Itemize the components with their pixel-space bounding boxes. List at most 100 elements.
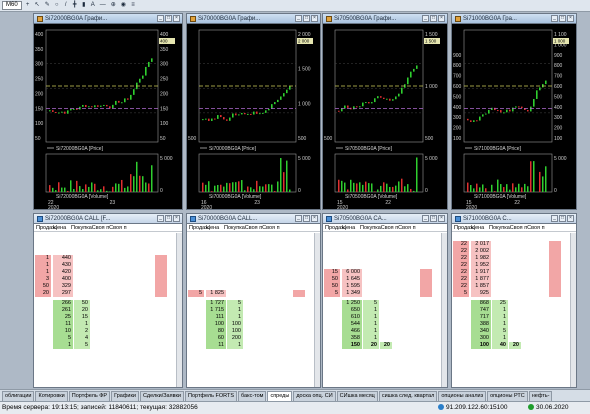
workspace-tab[interactable]: спреды <box>267 391 293 401</box>
maximize-icon[interactable]: □ <box>430 215 437 222</box>
ask-row[interactable]: 1 440 <box>35 255 177 262</box>
chart-window-title-bar[interactable]: Si72000BG0A Графи... _ □ × <box>34 14 182 24</box>
ask-row[interactable]: 22 1 877 <box>453 276 571 283</box>
zoom-tool-icon[interactable]: ⊕ <box>109 1 118 10</box>
column-header[interactable]: Цена <box>204 224 222 231</box>
crosshair-tool-icon[interactable]: + <box>24 1 32 10</box>
minimize-icon[interactable]: _ <box>551 215 558 222</box>
order-book-title-bar[interactable]: Si70500BG0A CA... _ □ × <box>323 214 447 224</box>
ask-row[interactable]: 50 1 645 <box>324 276 442 283</box>
workspace-tab[interactable]: опционы анализ <box>438 391 487 401</box>
bid-row[interactable]: 111 1 <box>188 314 315 321</box>
close-icon[interactable]: × <box>567 15 574 22</box>
chart-window-2[interactable]: Si70000BG0A Графи... _ □ × 2 000 1 500 1 000 50… <box>186 13 321 210</box>
bid-row[interactable]: 60 200 <box>188 335 315 342</box>
bid-row[interactable]: 747 1 <box>453 307 571 314</box>
column-header[interactable]: ПокупкаСвоя пСвоя п <box>487 224 568 231</box>
workspace-tab[interactable]: облигации <box>2 391 35 401</box>
column-header[interactable]: Продаж <box>187 224 209 231</box>
bid-row[interactable]: 15 <box>35 342 177 349</box>
bid-row[interactable]: 1 715 1 <box>188 307 315 314</box>
minimize-icon[interactable]: _ <box>422 215 429 222</box>
line-tool-icon[interactable]: / <box>62 1 70 10</box>
ask-row[interactable]: 3 400 <box>35 276 177 283</box>
close-icon[interactable]: × <box>567 215 574 222</box>
bid-row[interactable]: 610 1 <box>324 314 442 321</box>
column-header[interactable]: Цена <box>51 224 69 231</box>
eye-tool-icon[interactable]: ◉ <box>119 1 128 10</box>
bid-row[interactable]: 717 1 <box>453 314 571 321</box>
ask-row[interactable]: 5 925 <box>453 290 571 297</box>
bid-row[interactable]: 266 50 <box>35 300 177 307</box>
circle-tool-icon[interactable]: ○ <box>53 1 61 10</box>
bid-row[interactable]: 150 20 20 <box>324 342 442 349</box>
ask-row[interactable]: 50 329 <box>35 283 177 290</box>
order-book-window-1[interactable]: Si72000BG0A CALL [F... _ □ × Продаж Цена Покуп… <box>33 213 183 388</box>
lines-tool-icon[interactable]: ≡ <box>129 1 137 10</box>
bid-row[interactable]: 1 727 5 <box>188 300 315 307</box>
close-icon[interactable]: × <box>173 15 180 22</box>
bid-row[interactable]: 261 20 <box>35 307 177 314</box>
bid-row[interactable]: 544 1 <box>324 321 442 328</box>
ask-row[interactable]: 15 6 000 <box>324 269 442 276</box>
bid-row[interactable]: 340 5 <box>453 328 571 335</box>
column-header[interactable]: ПокупкаСвоя пСвоя п <box>69 224 174 231</box>
ask-row[interactable]: 20 297 <box>35 290 177 297</box>
order-book-title-bar[interactable]: Si70000BG0A CALL... _ □ × <box>187 214 320 224</box>
ask-row[interactable]: 22 1 917 <box>453 269 571 276</box>
close-icon[interactable]: × <box>173 215 180 222</box>
period-select[interactable]: M60 <box>2 1 22 10</box>
bid-row[interactable]: 100 40 20 <box>453 342 571 349</box>
workspace-tab[interactable]: сишка след. квартал <box>378 391 438 401</box>
maximize-icon[interactable]: □ <box>303 15 310 22</box>
order-book-title-bar[interactable]: Si71000BG0A C... _ □ × <box>452 214 576 224</box>
cross-line-tool-icon[interactable]: ╋ <box>71 1 79 10</box>
chart-window-3[interactable]: Si70500BG0A Графи... _ □ × 1 500 1 000 500 500 1… <box>322 13 448 210</box>
bid-row[interactable]: 358 1 <box>324 335 442 342</box>
ask-row[interactable]: 22 1 857 <box>453 283 571 290</box>
column-header[interactable]: ПокупкаСвоя пСвоя п <box>222 224 312 231</box>
maximize-icon[interactable]: □ <box>303 215 310 222</box>
workspace-tab[interactable]: СИшка месяц <box>336 391 378 401</box>
workspace-tab[interactable]: нефть- <box>528 391 553 401</box>
ask-row[interactable]: 22 1 982 <box>453 255 571 262</box>
column-header[interactable]: ПокупкаСвоя пСвоя п <box>358 224 439 231</box>
order-book-title-bar[interactable]: Si72000BG0A CALL [F... _ □ × <box>34 214 182 224</box>
maximize-icon[interactable]: □ <box>559 215 566 222</box>
ask-row[interactable]: 22 1 952 <box>453 262 571 269</box>
bid-row[interactable]: 11 1 <box>188 342 315 349</box>
pencil-tool-icon[interactable]: ✎ <box>43 1 52 10</box>
chart-window-4[interactable]: Si71000BG0A Гра... _ □ × 1 100 1 000 900 900 800… <box>451 13 577 210</box>
workspace-tab[interactable]: доска опц. СИ <box>293 391 336 401</box>
bid-row[interactable]: 11 1 <box>35 321 177 328</box>
workspace-tab[interactable]: опционы РТС <box>487 391 528 401</box>
order-book-window-2[interactable]: Si70000BG0A CALL... _ □ × Продаж Цена ПокупкаС… <box>186 213 321 388</box>
bid-row[interactable]: 80 100 <box>188 328 315 335</box>
column-header[interactable]: Продаж <box>323 224 345 231</box>
text-tool-icon[interactable]: A <box>89 1 97 10</box>
bid-row[interactable]: 54 <box>35 335 177 342</box>
workspace-tab[interactable]: Котировки <box>35 391 68 401</box>
maximize-icon[interactable]: □ <box>430 15 437 22</box>
close-icon[interactable]: × <box>438 15 445 22</box>
chart-window-title-bar[interactable]: Si71000BG0A Гра... _ □ × <box>452 14 576 24</box>
bid-row[interactable]: 650 1 <box>324 307 442 314</box>
ask-row[interactable]: 50 1 595 <box>324 283 442 290</box>
hline-tool-icon[interactable]: — <box>98 1 108 10</box>
price-volume-chart[interactable]: 1 1001 000 900 900 800 800 700 700 600 600 500 500… <box>452 24 576 210</box>
bid-row[interactable]: 100 100 <box>188 321 315 328</box>
chart-window-title-bar[interactable]: Si70000BG0A Графи... _ □ × <box>187 14 320 24</box>
ask-row[interactable]: 51 825 <box>188 290 315 297</box>
minimize-icon[interactable]: _ <box>157 15 164 22</box>
bid-row[interactable]: 300 1 <box>453 335 571 342</box>
maximize-icon[interactable]: □ <box>559 15 566 22</box>
bid-row[interactable]: 466 1 <box>324 328 442 335</box>
workspace-tab[interactable]: Сделки/Заявки <box>139 391 184 401</box>
chart-window-title-bar[interactable]: Si70500BG0A Графи... _ □ × <box>323 14 447 24</box>
column-header[interactable]: Продаж <box>452 224 474 231</box>
price-volume-chart[interactable]: 1 500 1 000 500 500 1 500 Si70500BG0A [Price]… <box>323 24 447 210</box>
bid-row[interactable]: 25 15 <box>35 314 177 321</box>
workspace-tab[interactable]: Портфель ФР <box>68 391 111 401</box>
marker-tool-icon[interactable]: ▮ <box>80 1 88 10</box>
ask-row[interactable]: 22 2 002 <box>453 248 571 255</box>
